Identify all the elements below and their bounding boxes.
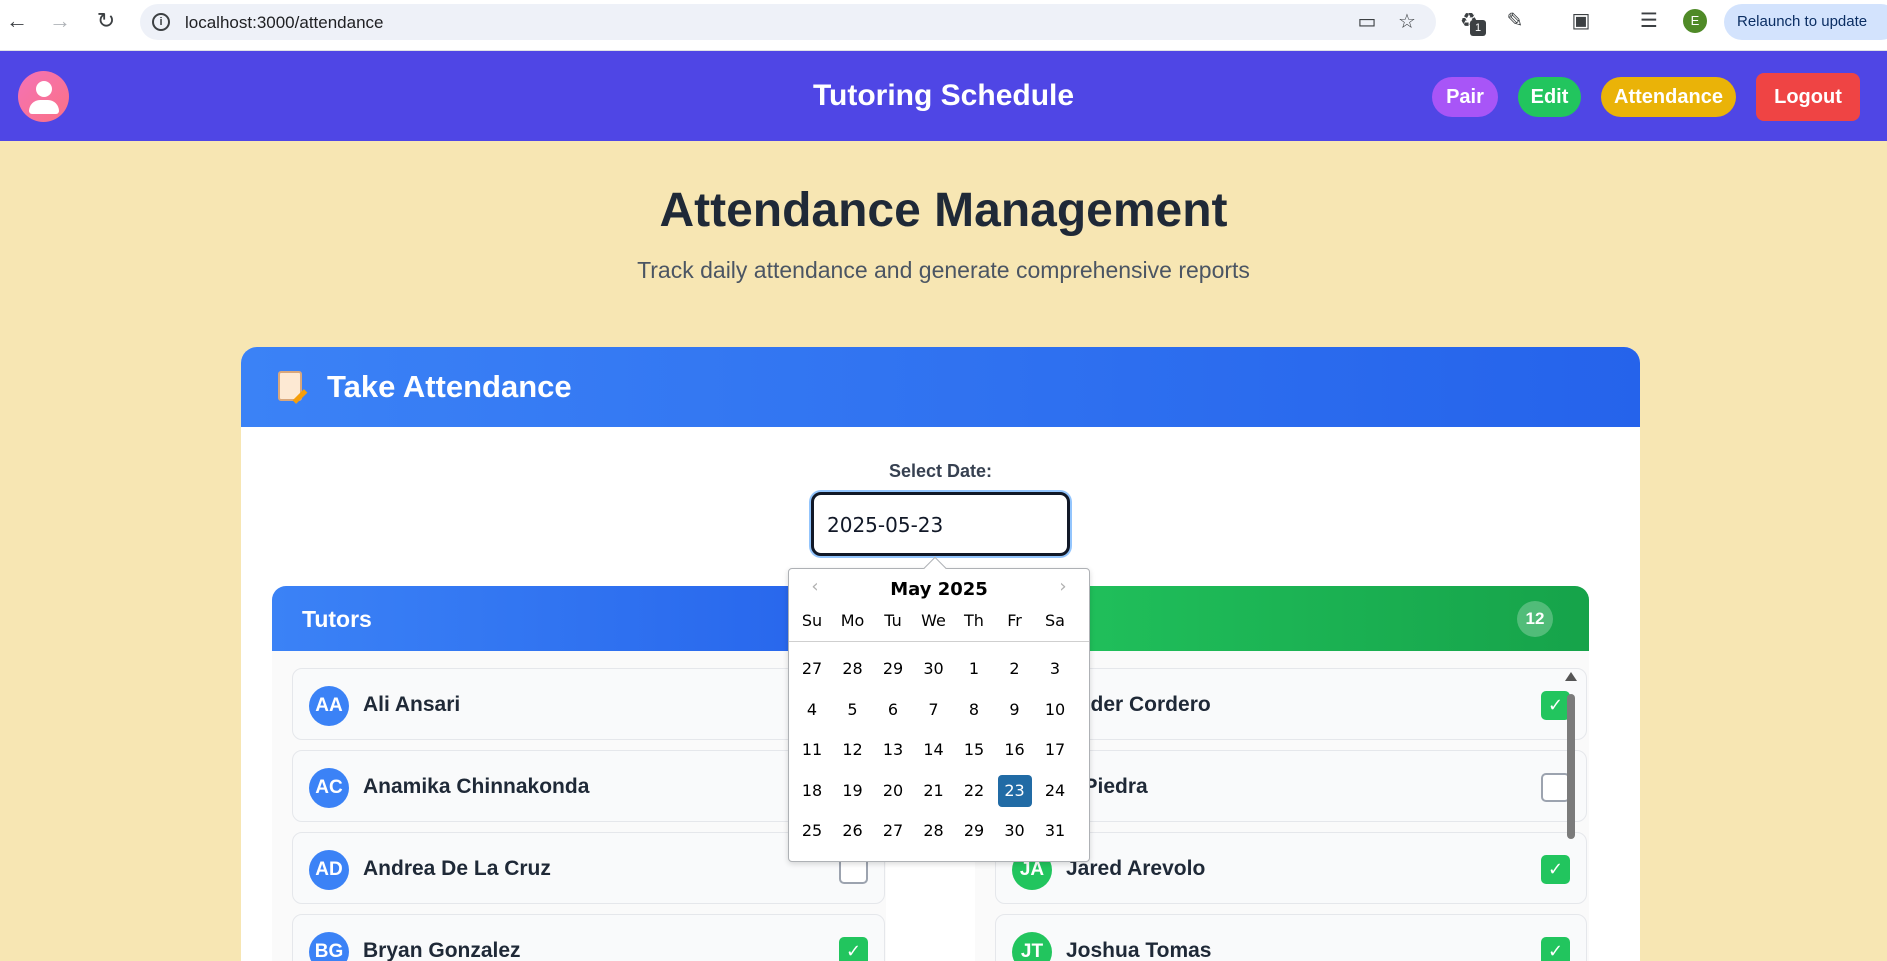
- scrollbar-thumb[interactable]: [1567, 694, 1575, 839]
- tutor-name: Bryan Gonzalez: [363, 939, 521, 961]
- calendar-day[interactable]: 5: [836, 694, 870, 726]
- scroll-up-arrow-icon[interactable]: [1565, 672, 1577, 681]
- pair-button[interactable]: Pair: [1432, 77, 1498, 117]
- attendance-button[interactable]: Attendance: [1601, 77, 1736, 117]
- page-title: Attendance Management: [659, 184, 1228, 237]
- calendar-day[interactable]: 26: [836, 815, 870, 847]
- bookmark-star-icon[interactable]: ☆: [1396, 11, 1418, 33]
- calendar-day[interactable]: 24: [1038, 775, 1072, 807]
- initials-avatar: JT: [1012, 932, 1052, 961]
- calendar-day[interactable]: 13: [876, 734, 910, 766]
- address-bar[interactable]: i localhost:3000/attendance ▭ ☆: [140, 4, 1436, 40]
- calendar-day[interactable]: 11: [795, 734, 829, 766]
- site-info-icon[interactable]: i: [152, 13, 170, 31]
- forward-icon[interactable]: →: [49, 10, 71, 32]
- calendar-day[interactable]: 31: [1038, 815, 1072, 847]
- media-controls-icon[interactable]: ☰: [1638, 10, 1660, 32]
- datepicker-month-label: May 2025: [890, 579, 988, 600]
- attendance-checkbox[interactable]: ✓: [839, 937, 868, 961]
- next-month-icon[interactable]: ›: [1053, 577, 1073, 597]
- datepicker-popup: ‹ May 2025 › Su Mo Tu We Th Fr Sa 27 28 29 30 1 2 3 4 5…: [788, 556, 1090, 862]
- calendar-day[interactable]: 18: [795, 775, 829, 807]
- calendar-day[interactable]: 2: [998, 653, 1032, 685]
- initials-avatar: AA: [309, 686, 349, 726]
- calendar-day[interactable]: 21: [917, 775, 951, 807]
- calendar-day[interactable]: 1: [957, 653, 991, 685]
- tutors-label: Tutors: [302, 606, 372, 632]
- students-scrollbar[interactable]: [1564, 672, 1578, 961]
- weekday-header: Su: [801, 611, 823, 630]
- calendar-day[interactable]: 10: [1038, 694, 1072, 726]
- memo-icon: [278, 371, 302, 401]
- extensions-icon[interactable]: ✎: [1504, 10, 1526, 32]
- weekday-header: Mo: [840, 611, 865, 630]
- calendar-day[interactable]: 17: [1038, 734, 1072, 766]
- calendar-day[interactable]: 6: [876, 694, 910, 726]
- calendar-day[interactable]: 4: [795, 694, 829, 726]
- profile-avatar[interactable]: E: [1683, 9, 1707, 33]
- calendar-day[interactable]: 20: [876, 775, 910, 807]
- calendar-day[interactable]: 16: [998, 734, 1032, 766]
- calendar-day[interactable]: 19: [836, 775, 870, 807]
- card-header: Take Attendance: [241, 347, 1640, 427]
- calendar-day[interactable]: 29: [957, 815, 991, 847]
- datepicker-divider: [789, 641, 1089, 642]
- students-count-badge: 12: [1517, 601, 1553, 637]
- calendar-day[interactable]: 7: [917, 694, 951, 726]
- calendar-day[interactable]: 14: [917, 734, 951, 766]
- app-header: Tutoring Schedule Pair Edit Attendance L…: [0, 51, 1887, 141]
- card-title: Take Attendance: [327, 369, 572, 404]
- calendar-day[interactable]: 27: [876, 815, 910, 847]
- reload-icon[interactable]: ↻: [95, 10, 117, 32]
- weekday-header: We: [921, 611, 946, 630]
- calendar-day[interactable]: 25: [795, 815, 829, 847]
- selected-day[interactable]: 23: [997, 774, 1032, 807]
- url-text[interactable]: localhost:3000/attendance: [185, 13, 384, 33]
- tutor-name: Anamika Chinnakonda: [363, 775, 590, 798]
- tab-search-icon[interactable]: ▣: [1570, 10, 1592, 32]
- calendar-day[interactable]: 30: [998, 815, 1032, 847]
- initials-avatar: BG: [309, 932, 349, 961]
- calendar-day[interactable]: 28: [836, 653, 870, 685]
- initials-avatar: AD: [309, 850, 349, 890]
- initials-avatar: AC: [309, 768, 349, 808]
- calendar-day[interactable]: 15: [957, 734, 991, 766]
- student-row[interactable]: JT Joshua Tomas ✓: [995, 914, 1587, 961]
- back-icon[interactable]: ←: [6, 10, 28, 32]
- calendar-day[interactable]: 3: [1038, 653, 1072, 685]
- install-app-icon[interactable]: ▭: [1356, 11, 1378, 33]
- tutor-row[interactable]: BG Bryan Gonzalez ✓: [292, 914, 885, 961]
- calendar-day[interactable]: 22: [957, 775, 991, 807]
- tutor-name: Andrea De La Cruz: [363, 857, 551, 880]
- calendar-day[interactable]: 28: [917, 815, 951, 847]
- edit-button[interactable]: Edit: [1518, 77, 1581, 117]
- calendar-day[interactable]: 27: [795, 653, 829, 685]
- calendar-day[interactable]: 8: [957, 694, 991, 726]
- calendar-day[interactable]: 29: [876, 653, 910, 685]
- calendar-day[interactable]: 9: [998, 694, 1032, 726]
- extension-badge: 1: [1470, 20, 1486, 36]
- page-subtitle: Track daily attendance and generate comp…: [637, 257, 1250, 283]
- date-input[interactable]: 2025-05-23: [811, 492, 1070, 556]
- weekday-header: Tu: [884, 611, 902, 630]
- weekday-header: Th: [964, 611, 984, 630]
- logout-button[interactable]: Logout: [1756, 73, 1860, 121]
- calendar-day[interactable]: 30: [917, 653, 951, 685]
- tutor-name: Ali Ansari: [363, 693, 461, 716]
- date-label: Select Date:: [888, 461, 993, 481]
- weekday-header: Fr: [1007, 611, 1022, 630]
- relaunch-button[interactable]: Relaunch to update: [1724, 4, 1887, 40]
- student-name: Joshua Tomas: [1066, 939, 1212, 961]
- weekday-header: Sa: [1045, 611, 1065, 630]
- browser-toolbar: ← → ↻ i localhost:3000/attendance ▭ ☆ ♻ …: [0, 0, 1887, 51]
- calendar-day[interactable]: 12: [836, 734, 870, 766]
